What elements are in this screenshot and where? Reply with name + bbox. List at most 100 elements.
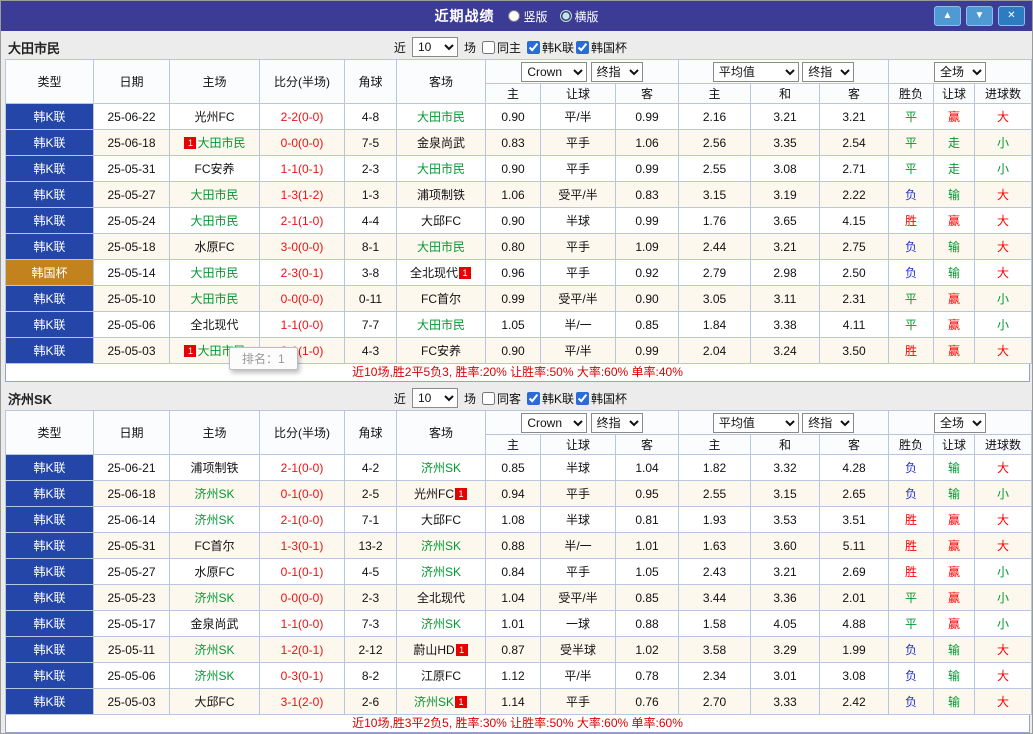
asia-away-odds: 0.95	[614, 480, 680, 507]
corner-cell: 4-4	[344, 207, 397, 234]
match-result: 平	[888, 610, 935, 637]
euro-home-odds: 2.34	[678, 662, 752, 689]
asia-home-odds: 1.12	[485, 662, 541, 689]
match-row: 韩K联 25-06-22 光州FC 2-2(0-0) 4-8 大田市民 0.90 平/半 0.9…	[5, 103, 1032, 130]
recent-count-select[interactable]: 10	[411, 37, 458, 57]
euro-away-odds: 4.28	[819, 454, 890, 481]
scope-select[interactable]: 全场	[934, 412, 987, 433]
euro-away-odds: 2.50	[819, 259, 890, 286]
date-cell: 25-05-27	[93, 181, 170, 208]
cup-filter[interactable]: 韩国杯	[575, 390, 627, 407]
cup-checkbox[interactable]	[575, 40, 589, 54]
scope-select[interactable]: 全场	[934, 61, 987, 82]
games-label: 场	[463, 40, 476, 55]
average-select[interactable]: 平均值	[712, 412, 799, 433]
rank-badge[interactable]: 1	[459, 267, 471, 279]
layout-option-horizontal[interactable]: 横版	[559, 8, 599, 25]
rank-badge[interactable]: 1	[455, 488, 467, 500]
handicap-result: 输	[933, 662, 976, 689]
date-cell: 25-05-17	[93, 610, 170, 637]
date-cell: 25-06-22	[93, 103, 170, 130]
away-team-cell: 济州SK 1	[396, 688, 486, 715]
date-cell: 25-05-31	[93, 532, 170, 559]
score-cell: 0-0(0-0)	[259, 584, 345, 611]
scroll-down-button[interactable]: ▼	[966, 6, 993, 26]
euro-away-odds: 2.71	[819, 155, 890, 182]
euro-home-odds: 1.63	[678, 532, 752, 559]
same-venue-filter[interactable]: 同主	[481, 39, 521, 56]
final-odds-select[interactable]: 终指	[590, 412, 643, 433]
handicap-line: 平手	[540, 155, 616, 182]
goals-result: 大	[974, 259, 1032, 286]
match-row: 韩K联 25-05-06 济州SK 0-3(0-1) 8-2 江原FC 1.12 平/半 0.7…	[5, 662, 1032, 689]
euro-away-odds: 5.11	[819, 532, 890, 559]
scroll-up-button[interactable]: ▲	[934, 6, 961, 26]
cup-filter[interactable]: 韩国杯	[575, 39, 627, 56]
rank-badge[interactable]: 1	[455, 644, 468, 656]
bookmaker-select[interactable]: Crown	[521, 61, 588, 82]
final-odds-select[interactable]: 终指	[590, 61, 643, 82]
close-button[interactable]: ✕	[998, 6, 1025, 26]
euro-away-odds: 2.54	[819, 129, 890, 156]
euro-home-odds: 2.55	[678, 155, 752, 182]
recent-results-window: 近期战绩 竖版 横版 ▲ ▼ ✕ 大田市民 近 10 场 同主 韩K联 韩国杯 …	[0, 0, 1033, 734]
col-header-score: 比分(半场)	[259, 410, 345, 455]
handicap-line: 受平/半	[540, 285, 616, 312]
euro-home-odds: 3.58	[678, 636, 752, 663]
same-venue-checkbox[interactable]	[481, 391, 495, 405]
match-row: 韩K联 25-05-06 全北现代 1-1(0-0) 7-7 大田市民 1.05 半/一 0.8…	[5, 311, 1032, 338]
asia-odds-group: Crown 终指	[484, 410, 680, 435]
section-team-2: 济州SK 近 10 场 同客 韩K联 韩国杯 类型 日期 主场 比分(半场) 角…	[5, 386, 1032, 733]
final-odds-select[interactable]: 终指	[802, 61, 855, 82]
handicap-result: 输	[933, 636, 976, 663]
team-link: 济州SK	[420, 565, 461, 579]
league-k-checkbox[interactable]	[526, 391, 540, 405]
horizontal-radio-label: 横版	[574, 9, 599, 24]
team-link: 蔚山HD	[413, 643, 455, 657]
score-cell: 0-0(0-0)	[259, 285, 345, 312]
sub-header-euro-draw: 和	[750, 434, 821, 455]
asia-away-odds: 0.85	[614, 584, 680, 611]
layout-option-vertical[interactable]: 竖版	[508, 8, 548, 25]
league-k-filter[interactable]: 韩K联	[526, 39, 574, 56]
euro-home-odds: 2.43	[678, 558, 752, 585]
rank-badge[interactable]: 1	[455, 696, 467, 708]
same-venue-checkbox[interactable]	[481, 40, 495, 54]
cup-checkbox[interactable]	[575, 391, 589, 405]
handicap-line: 半球	[540, 454, 616, 481]
league-k-checkbox[interactable]	[526, 40, 540, 54]
average-select[interactable]: 平均值	[712, 61, 799, 82]
match-result: 平	[888, 103, 935, 130]
rank-tooltip: 排名：1	[229, 347, 298, 370]
goals-result: 小	[974, 129, 1032, 156]
bookmaker-select[interactable]: Crown	[521, 412, 588, 433]
league-cell: 韩K联	[5, 311, 94, 338]
match-row: 韩K联 25-06-21 浦项制铁 2-1(0-0) 4-2 济州SK 0.85 半球 1.04…	[5, 454, 1032, 481]
euro-away-odds: 4.88	[819, 610, 890, 637]
handicap-line: 平/半	[540, 337, 616, 364]
handicap-result: 赢	[933, 558, 976, 585]
vertical-radio[interactable]	[508, 10, 521, 22]
rank-badge[interactable]: 1	[184, 345, 197, 357]
euro-draw-odds: 3.29	[750, 636, 821, 663]
euro-draw-odds: 3.60	[750, 532, 821, 559]
window-buttons: ▲ ▼ ✕	[934, 6, 1025, 26]
match-row: 韩K联 25-05-24 大田市民 2-1(1-0) 4-4 大邱FC 0.90 半球 0.99…	[5, 207, 1032, 234]
home-team-cell: 大田市民	[169, 181, 260, 208]
euro-away-odds: 2.75	[819, 233, 890, 260]
same-venue-filter[interactable]: 同客	[481, 390, 521, 407]
col-header-score: 比分(半场)	[259, 59, 345, 104]
rank-badge[interactable]: 1	[184, 137, 197, 149]
away-team-cell: 济州SK	[396, 454, 486, 481]
euro-home-odds: 1.58	[678, 610, 752, 637]
recent-count-select[interactable]: 10	[411, 388, 458, 408]
home-team-cell: 济州SK	[169, 584, 260, 611]
asia-home-odds: 0.90	[485, 337, 541, 364]
asia-away-odds: 1.02	[614, 636, 680, 663]
euro-draw-odds: 3.11	[750, 285, 821, 312]
away-team-cell: 浦项制铁	[396, 181, 486, 208]
final-odds-select[interactable]: 终指	[802, 412, 855, 433]
euro-home-odds: 1.93	[678, 506, 752, 533]
horizontal-radio[interactable]	[559, 10, 572, 22]
league-k-filter[interactable]: 韩K联	[526, 390, 574, 407]
